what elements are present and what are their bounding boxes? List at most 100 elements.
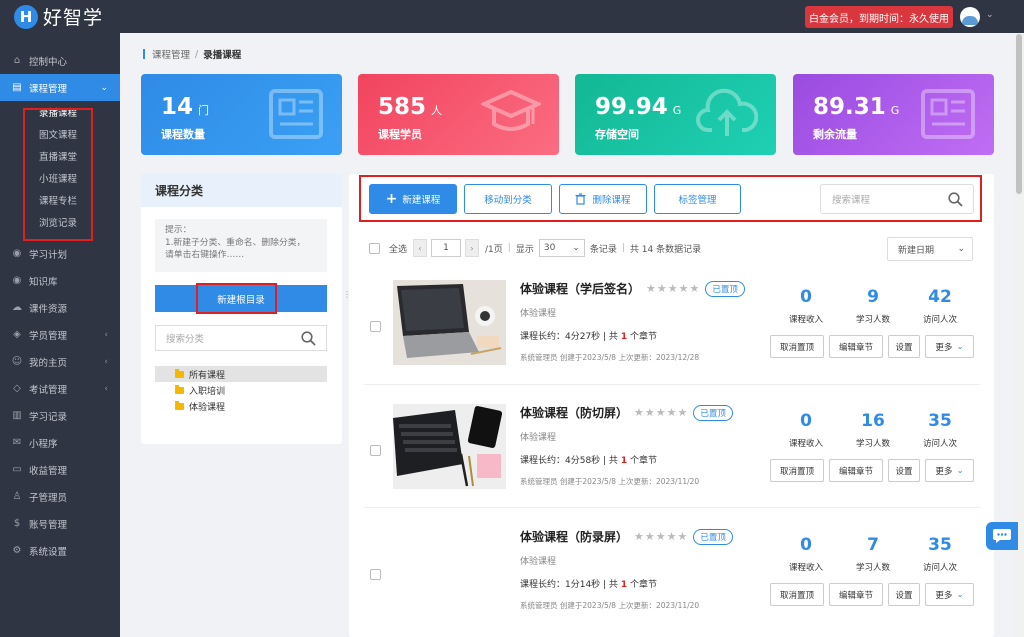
sidebar-item-revenue[interactable]: ▭ 收益管理 — [0, 456, 120, 483]
stat-learners-label: 学习人数 — [855, 315, 890, 325]
sidebar-item-exams[interactable]: ◇ 考试管理 ‹ — [0, 375, 120, 402]
edit-chapters-button[interactable]: 编辑章节 — [829, 459, 883, 482]
stat-visits: 42 访问人次 — [910, 287, 970, 325]
submenu-graphic-courses[interactable]: 图文课程 — [0, 125, 120, 147]
category-tip: 提示： 1.新建子分类、重命名、删除分类， 请单击右键操作…… — [155, 219, 327, 272]
breadcrumb-parent[interactable]: 课程管理 — [152, 47, 190, 61]
stat-label: 存储空间 — [595, 128, 639, 141]
customer-service-button[interactable] — [986, 522, 1018, 550]
stat-visits-label: 访问人次 — [922, 315, 957, 325]
tag-management-button[interactable]: 标签管理 — [654, 184, 741, 214]
row-checkbox[interactable] — [370, 321, 381, 332]
sidebar-item-study-plan[interactable]: ◉ 学习计划 — [0, 240, 120, 267]
sidebar-item-account[interactable]: $ 账号管理 — [0, 510, 120, 537]
submenu-small-class[interactable]: 小班课程 — [0, 169, 120, 191]
next-page-button[interactable]: › — [465, 239, 480, 257]
sidebar-item-label: 我的主页 — [29, 357, 68, 369]
chat-bubble-icon — [993, 529, 1011, 543]
more-button[interactable]: 更多 ⌄ — [925, 335, 974, 358]
sidebar-item-sub-admin[interactable]: ♙ 子管理员 — [0, 483, 120, 510]
course-duration: 课程长约：4分58秒 | 共 1 个章节 — [520, 453, 657, 466]
unpin-button[interactable]: 取消置顶 — [770, 583, 824, 606]
show-label: 显示 — [515, 244, 534, 255]
folder-icon — [175, 400, 184, 410]
button-label: 删除课程 — [592, 195, 631, 206]
tree-node-onboarding[interactable]: 入职培训 — [155, 382, 327, 398]
delete-course-button[interactable]: 删除课程 — [559, 184, 647, 214]
more-label: 更多 — [935, 342, 953, 353]
sidebar-item-dashboard[interactable]: ⌂ 控制中心 — [0, 47, 120, 74]
new-root-directory-button[interactable]: 新建根目录 — [155, 285, 327, 312]
duration-text: 课程长约：1分14秒 | 共 — [520, 580, 618, 590]
sidebar-item-homepage[interactable]: ☺ 我的主页 ‹ — [0, 348, 120, 375]
sidebar-item-label: 考试管理 — [29, 384, 68, 396]
sort-select[interactable]: 新建日期 ⌄ — [887, 237, 973, 261]
chevron-down-icon: ⌄ — [956, 465, 964, 476]
stat-visits-value: 35 — [928, 411, 952, 431]
settings-button[interactable]: 设置 — [888, 335, 920, 358]
sidebar-item-students[interactable]: ◈ 学员管理 ‹ — [0, 321, 120, 348]
row-checkbox[interactable] — [370, 445, 381, 456]
new-course-button[interactable]: + 新建课程 — [369, 184, 457, 214]
rating-stars-icon: ★★★★★ — [646, 282, 701, 295]
chevron-left-icon: ‹ — [104, 329, 108, 340]
edit-chapters-button[interactable]: 编辑章节 — [829, 583, 883, 606]
breadcrumb-marker — [143, 49, 145, 59]
course-title[interactable]: 体验课程（防切屏） ★★★★★ 已置顶 — [520, 404, 733, 421]
sidebar-item-label: 课件资源 — [29, 303, 68, 315]
logo-mark: H — [14, 4, 38, 29]
app-logo[interactable]: H 好智学 — [14, 3, 103, 30]
tree-node-all-courses[interactable]: 所有课程 — [155, 366, 327, 382]
chevron-down-icon[interactable]: ⌄ — [986, 10, 994, 20]
sidebar-item-knowledge-base[interactable]: ◉ 知识库 — [0, 267, 120, 294]
chevron-left-icon: ‹ — [104, 356, 108, 367]
course-thumbnail[interactable] — [393, 528, 506, 613]
course-meta: 系统管理员 创建于2023/5/8 上次更新：2023/11/20 — [520, 601, 700, 610]
sidebar-item-label: 知识库 — [29, 276, 58, 288]
submenu-recorded-courses[interactable]: 录播课程 — [0, 103, 120, 125]
trash-icon — [575, 193, 586, 205]
page-scrollbar-thumb[interactable] — [1016, 34, 1022, 194]
settings-button[interactable]: 设置 — [888, 583, 920, 606]
chapter-suffix: 个章节 — [629, 332, 657, 342]
category-search-input[interactable]: 搜索分类 — [155, 325, 327, 351]
row-checkbox[interactable] — [370, 569, 381, 580]
sidebar-item-settings[interactable]: ⚙ 系统设置 — [0, 537, 120, 564]
tree-node-label: 入职培训 — [189, 386, 226, 397]
submenu-browse-history[interactable]: 浏览记录 — [0, 213, 120, 235]
stat-income-value: 0 — [800, 287, 812, 307]
course-thumbnail[interactable] — [393, 404, 506, 489]
top-bar: H 好智学 白金会员，到期时间：永久使用 ⌄ — [0, 0, 1024, 33]
more-button[interactable]: 更多 ⌄ — [925, 459, 974, 482]
tree-node-trial-courses[interactable]: 体验课程 — [155, 398, 327, 414]
vip-badge[interactable]: 白金会员，到期时间：永久使用 — [805, 6, 953, 28]
button-label: 新建课程 — [402, 195, 441, 206]
submenu-course-column[interactable]: 课程专栏 — [0, 191, 120, 213]
sidebar-item-mini-program[interactable]: ✉ 小程序 — [0, 429, 120, 456]
course-thumbnail[interactable] — [393, 280, 506, 365]
page-number-input[interactable]: 1 — [431, 239, 462, 257]
course-title[interactable]: 体验课程（防录屏） ★★★★★ 已置顶 — [520, 528, 733, 545]
stat-learners-label: 学习人数 — [855, 563, 890, 573]
submenu-live-classroom[interactable]: 直播课堂 — [0, 147, 120, 169]
prev-page-button[interactable]: ‹ — [413, 239, 428, 257]
sidebar-item-courseware[interactable]: ☁ 课件资源 — [0, 294, 120, 321]
settings-button[interactable]: 设置 — [888, 459, 920, 482]
unpin-button[interactable]: 取消置顶 — [770, 335, 824, 358]
unpin-button[interactable]: 取消置顶 — [770, 459, 824, 482]
sidebar-item-learning-records[interactable]: ▥ 学习记录 — [0, 402, 120, 429]
avatar[interactable] — [960, 7, 980, 27]
select-all-checkbox[interactable] — [369, 242, 380, 254]
search-icon[interactable] — [301, 331, 316, 346]
stat-income: 0 课程收入 — [776, 411, 836, 449]
move-to-category-button[interactable]: 移动到分类 — [464, 184, 552, 214]
chart-icon: ▥ — [12, 410, 22, 421]
sidebar-item-course-management[interactable]: ▤ 课程管理 ⌄ — [0, 74, 120, 101]
course-row: 体验课程（学后签名） ★★★★★ 已置顶 体验课程 课程长约：4分27秒 | 共 1… — [364, 272, 980, 392]
course-search-input[interactable]: 搜索课程 — [820, 184, 974, 214]
course-title[interactable]: 体验课程（学后签名） ★★★★★ 已置顶 — [520, 280, 745, 297]
per-page-select[interactable]: 30 ⌄ — [538, 239, 585, 257]
edit-chapters-button[interactable]: 编辑章节 — [829, 335, 883, 358]
more-button[interactable]: 更多 ⌄ — [925, 583, 974, 606]
search-icon[interactable] — [948, 192, 963, 207]
